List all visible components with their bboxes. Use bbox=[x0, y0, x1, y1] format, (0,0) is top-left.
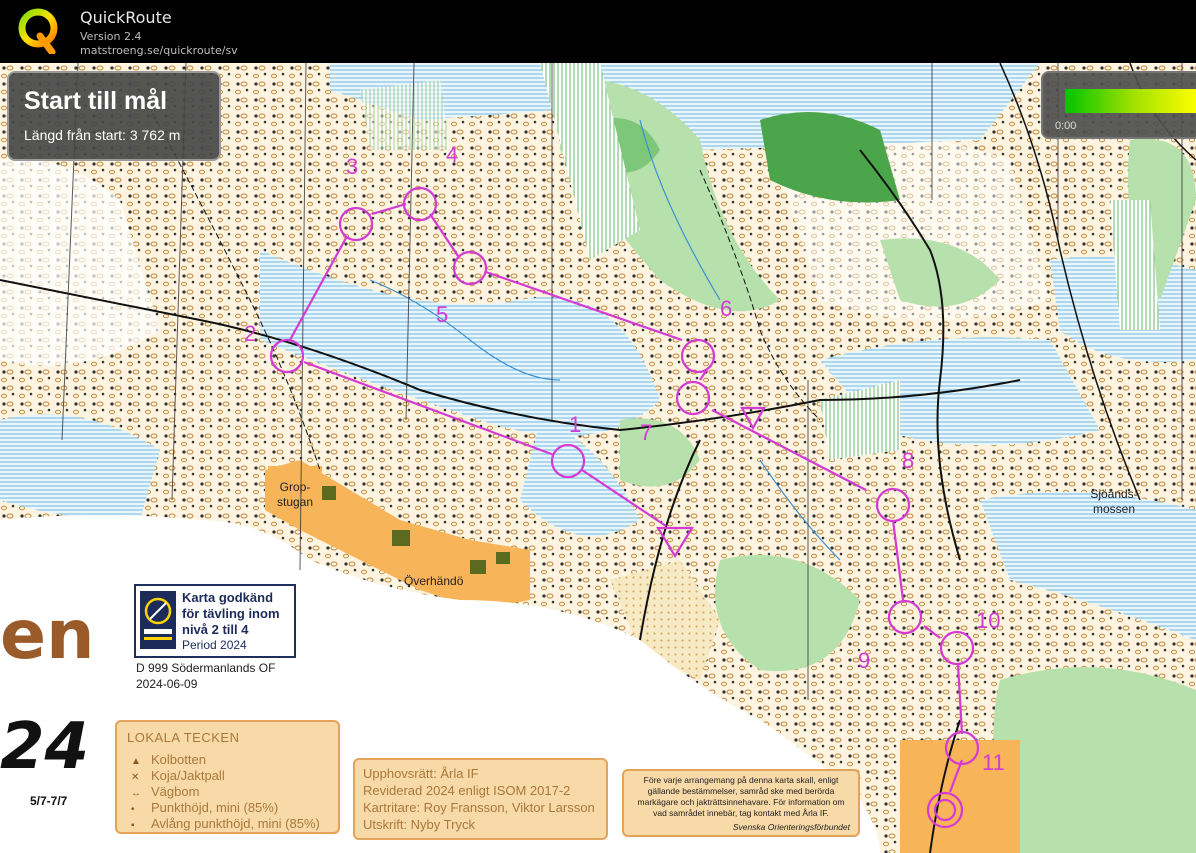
legend-item: ↔ Vägbom bbox=[131, 784, 199, 799]
control-number-5: 5 bbox=[436, 302, 449, 327]
road-barrier-icon: ↔ bbox=[131, 788, 141, 799]
control-2 bbox=[269, 338, 305, 374]
control-number-4: 4 bbox=[446, 142, 459, 167]
legend-item-label: Vägbom bbox=[151, 784, 200, 799]
credits-line: Utskrift: Nyby Tryck bbox=[363, 817, 475, 832]
control-8 bbox=[875, 487, 911, 523]
credits-line: Kartritare: Roy Fransson, Viktor Larsson bbox=[363, 800, 595, 815]
start-triangle bbox=[656, 526, 694, 559]
control-10 bbox=[939, 630, 975, 666]
map-title-fragment: en bbox=[0, 596, 95, 675]
credits-line: Reviderad 2024 enligt ISOM 2017-2 bbox=[363, 783, 571, 798]
elongated-knoll-icon: ▪ bbox=[131, 820, 135, 831]
place-name-grop-stugan: Grop- stugan bbox=[276, 480, 314, 509]
legend-item-label: Avlång punkthöjd, mini (85%) bbox=[151, 816, 320, 831]
notice-text: Före varje arrangemang på denna karta sk… bbox=[637, 775, 845, 818]
control-number-2: 2 bbox=[244, 321, 257, 346]
control-number-6: 6 bbox=[720, 296, 733, 321]
place-name-overhando: Överhändö bbox=[404, 574, 464, 588]
control-4 bbox=[402, 186, 438, 222]
dot-knoll-icon: • bbox=[131, 804, 135, 815]
title-bar: QuickRoute Version 2.4 matstroeng.se/qui… bbox=[0, 0, 1196, 63]
place-name-sjoands-mossen: Sjöänds- mossen bbox=[1090, 487, 1138, 516]
approval-date: 2024-06-09 bbox=[136, 677, 198, 691]
control-number-11: 11 bbox=[982, 750, 1005, 775]
approval-line-3: nivå 2 till 4 bbox=[182, 622, 249, 637]
control-number-1: 1 bbox=[569, 412, 582, 437]
control-6 bbox=[680, 338, 716, 374]
hunting-stand-icon: ✕ bbox=[131, 772, 140, 783]
speed-legend-panel: 0:00 bbox=[1041, 71, 1196, 139]
route-title: Start till mål bbox=[24, 87, 168, 115]
route-distance: Längd från start: 3 762 m bbox=[24, 127, 181, 143]
legend-local-heading: LOKALA TECKEN bbox=[127, 730, 240, 745]
svensk-orientering-logo-icon bbox=[140, 591, 176, 649]
control-number-10: 10 bbox=[976, 608, 1001, 633]
finish-circle-inner bbox=[933, 798, 957, 822]
control-3 bbox=[338, 206, 374, 242]
app-url: matstroeng.se/quickroute/sv bbox=[80, 44, 238, 57]
notice-signature: Svenska Orienteringsförbundet bbox=[732, 822, 850, 832]
event-logo-date: 5/7-7/7 bbox=[30, 794, 68, 808]
approval-period: Period 2024 bbox=[182, 638, 247, 652]
event-logo-mark: 24 bbox=[0, 710, 90, 784]
speed-scale-label: 0:00 bbox=[1055, 120, 1077, 132]
quickroute-logo-icon bbox=[18, 8, 58, 54]
approval-line-1: Karta godkänd bbox=[182, 590, 274, 605]
control-7 bbox=[675, 380, 711, 416]
control-5 bbox=[452, 250, 488, 286]
finish-circle-outer bbox=[926, 791, 964, 829]
control-1 bbox=[550, 443, 586, 479]
control-number-3: 3 bbox=[346, 154, 359, 179]
legend-item-label: Punkthöjd, mini (85%) bbox=[151, 800, 279, 815]
map-approval-badge: Karta godkänd för tävling inom nivå 2 ti… bbox=[134, 584, 296, 658]
legend-item: • Punkthöjd, mini (85%) bbox=[131, 800, 278, 815]
credits-line: Upphovsrätt: Årla IF bbox=[363, 766, 479, 781]
legend-item-label: Kolbotten bbox=[151, 752, 206, 767]
legend-local-symbols: LOKALA TECKEN ▲ Kolbotten ✕ Koja/Jaktpall … bbox=[115, 720, 340, 834]
control-number-7: 7 bbox=[640, 420, 653, 445]
app-version: Version 2.4 bbox=[80, 30, 142, 43]
app-title: QuickRoute bbox=[80, 8, 172, 27]
control-number-9: 9 bbox=[858, 648, 871, 673]
approval-id: D 999 Södermanlands OF bbox=[136, 661, 276, 675]
control-9 bbox=[887, 599, 923, 635]
speed-gradient-bar bbox=[1065, 89, 1196, 113]
control-11 bbox=[944, 730, 980, 766]
legend-item-label: Koja/Jaktpall bbox=[151, 768, 225, 783]
charcoal-pit-icon: ▲ bbox=[131, 756, 141, 767]
legend-item: ✕ Koja/Jaktpall bbox=[131, 768, 225, 783]
legend-landowner-notice: Före varje arrangemang på denna karta sk… bbox=[622, 769, 860, 837]
extra-triangle bbox=[740, 406, 766, 431]
control-number-8: 8 bbox=[902, 448, 915, 473]
app-version-info: Version 2.4 matstroeng.se/quickroute/sv bbox=[80, 30, 238, 58]
legend-credits: Upphovsrätt: Årla IF Reviderad 2024 enli… bbox=[353, 758, 608, 840]
legend-item: ▪ Avlång punkthöjd, mini (85%) bbox=[131, 816, 320, 831]
legend-item: ▲ Kolbotten bbox=[131, 752, 206, 767]
approval-line-2: för tävling inom bbox=[182, 606, 280, 621]
route-info-box: Start till mål Längd från start: 3 762 m bbox=[7, 71, 221, 161]
